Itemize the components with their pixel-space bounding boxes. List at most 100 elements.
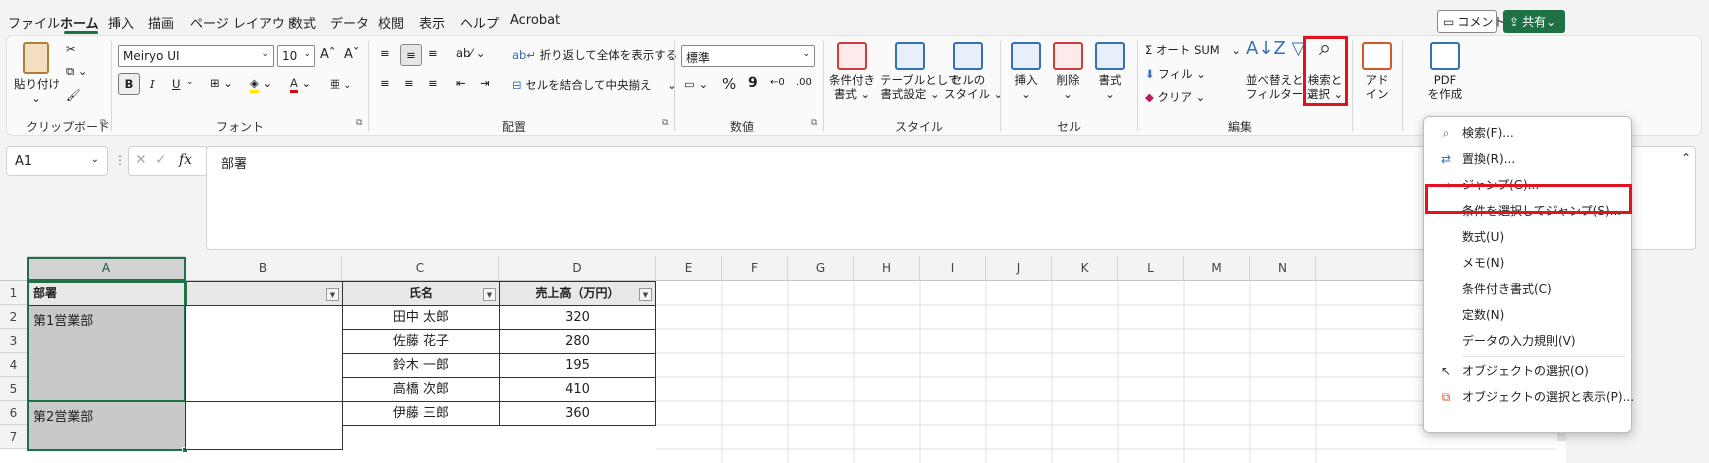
menu-item-constants[interactable]: 定数(N) (1424, 302, 1633, 328)
copy-icon[interactable]: ⧉ ⌄ (66, 64, 88, 79)
table-cell[interactable]: 195 (499, 353, 656, 378)
format-painter-icon[interactable]: 🖌 (66, 88, 81, 102)
row-header[interactable]: 6 (0, 401, 28, 425)
cut-icon[interactable]: ✂ (66, 42, 76, 56)
menu-item-select-objects[interactable]: ↖ オブジェクトの選択(O) (1424, 358, 1633, 384)
comma-button[interactable]: 9 (748, 75, 758, 91)
tab-home[interactable]: ホーム (60, 13, 99, 32)
column-header[interactable]: C (342, 256, 499, 281)
orientation-icon[interactable]: ab⁄ ⌄ (456, 46, 486, 60)
filter-dropdown-icon[interactable]: ▼ (326, 288, 339, 301)
phonetic-icon[interactable]: 亜 ⌄ (330, 76, 352, 91)
italic-button[interactable]: I (150, 77, 155, 91)
underline-button[interactable]: U (172, 77, 180, 91)
table-cell[interactable] (185, 401, 343, 450)
menu-item-data-validation[interactable]: データの入力規則(V) (1424, 328, 1633, 354)
tab-draw[interactable]: 描画 (148, 13, 174, 32)
table-cell[interactable]: 伊藤 三郎 (342, 401, 500, 426)
merge-center-button[interactable]: ⊟ セルを結合して中央揃え ⌄ (512, 77, 677, 93)
row-header[interactable]: 2 (0, 305, 28, 329)
table-header-cell[interactable]: 氏名 ▼ (342, 281, 500, 306)
grow-font-icon[interactable]: Aˆ (320, 47, 335, 62)
menu-item-find[interactable]: ⌕ 検索(F)... (1424, 120, 1633, 146)
table-cell[interactable]: 280 (499, 329, 656, 354)
tab-insert[interactable]: 挿入 (108, 13, 134, 32)
add-ins-button[interactable]: アド イン (1360, 42, 1394, 101)
select-all-corner[interactable] (0, 256, 28, 281)
wrap-text-button[interactable]: ab↵ 折り返して全体を表示する (512, 47, 677, 63)
increase-decimal-icon[interactable]: ←0 (770, 77, 785, 88)
decrease-indent-icon[interactable]: ⇤ (456, 76, 466, 90)
font-name-select[interactable]: Meiryo UI ⌄ (118, 45, 274, 67)
align-right-icon[interactable]: ≡ (428, 76, 438, 90)
create-pdf-button[interactable]: PDF を作成 (1420, 42, 1470, 101)
tab-view[interactable]: 表示 (419, 13, 445, 32)
clipboard-launcher-icon[interactable]: ⧉ (100, 118, 106, 128)
column-header[interactable]: N (1250, 256, 1316, 281)
menu-item-notes[interactable]: メモ(N) (1424, 250, 1633, 276)
table-cell[interactable]: 360 (499, 401, 656, 426)
tab-help[interactable]: ヘルプ (460, 13, 499, 32)
tab-page-layout[interactable]: ページ レイアウト (190, 13, 298, 32)
table-header-cell[interactable]: ▼ (185, 281, 343, 306)
decrease-decimal-icon[interactable]: .00 (796, 77, 812, 88)
menu-item-formulas[interactable]: 数式(U) (1424, 224, 1633, 250)
table-cell[interactable]: 高橋 次郎 (342, 377, 500, 402)
collapse-formula-icon[interactable]: ⌃ (1681, 151, 1691, 165)
insert-function-icon[interactable]: fx (179, 152, 192, 168)
column-header[interactable]: B (185, 256, 342, 281)
column-header[interactable]: D (499, 256, 656, 281)
shrink-font-icon[interactable]: Aˇ (344, 47, 359, 62)
row-header[interactable]: 1 (0, 281, 28, 305)
row-header[interactable]: 3 (0, 329, 28, 353)
row-header[interactable]: 4 (0, 353, 28, 377)
row-header[interactable]: 5 (0, 377, 28, 401)
table-cell[interactable]: 鈴木 一郎 (342, 353, 500, 378)
borders-icon[interactable]: ⊞ ⌄ (210, 76, 233, 90)
share-button[interactable]: ⇪ 共有 ⌄ (1503, 10, 1565, 33)
alignment-launcher-icon[interactable]: ⧉ (662, 118, 668, 128)
menu-item-selection-pane[interactable]: ⧉ オブジェクトの選択と表示(P)... (1424, 384, 1634, 410)
increase-indent-icon[interactable]: ⇥ (480, 76, 490, 90)
row-header[interactable]: 7 (0, 425, 28, 449)
table-cell[interactable]: 320 (499, 305, 656, 330)
cell-styles-button[interactable]: セルの スタイル ⌄ (944, 42, 1003, 101)
tab-file[interactable]: ファイル (8, 13, 60, 32)
column-header[interactable]: J (986, 256, 1052, 281)
tab-review[interactable]: 校閲 (378, 13, 404, 32)
bold-button[interactable]: B (118, 73, 140, 95)
table-cell[interactable]: 佐藤 花子 (342, 329, 500, 354)
filter-dropdown-icon[interactable]: ▼ (483, 288, 496, 301)
clear-button[interactable]: ◆ クリア ⌄ (1145, 89, 1205, 105)
column-header[interactable]: K (1052, 256, 1118, 281)
table-cell[interactable]: 410 (499, 377, 656, 402)
tab-formulas[interactable]: 数式 (290, 13, 316, 32)
align-top-icon[interactable]: ≡ (380, 46, 390, 60)
enter-icon[interactable]: ✓ (155, 152, 167, 168)
align-left-icon[interactable]: ≡ (380, 76, 390, 90)
insert-cells-button[interactable]: 挿入 ⌄ (1008, 42, 1044, 101)
column-header[interactable]: G (788, 256, 854, 281)
table-header-cell[interactable]: 売上高（万円） ▼ (499, 281, 656, 306)
sort-filter-button[interactable]: A↓Z ▽ 並べ替えと フィルター ⌄ (1246, 40, 1317, 102)
delete-cells-button[interactable]: 削除 ⌄ (1050, 42, 1086, 101)
cancel-icon[interactable]: ✕ (135, 152, 147, 168)
number-format-select[interactable]: 標準 ⌄ (681, 45, 815, 67)
table-cell[interactable] (185, 305, 343, 402)
conditional-formatting-button[interactable]: 条件付き 書式 ⌄ (828, 42, 876, 101)
paste-button[interactable]: 貼り付け ⌄ (14, 42, 60, 105)
name-box[interactable]: A1 ⌄ (6, 146, 108, 176)
column-header[interactable]: M (1184, 256, 1250, 281)
menu-item-replace[interactable]: ⇄ 置換(R)... (1424, 146, 1633, 172)
column-header[interactable]: F (722, 256, 788, 281)
autosum-button[interactable]: Σ オート SUM ⌄ (1145, 42, 1241, 58)
number-launcher-icon[interactable]: ⧉ (811, 118, 817, 128)
tab-data[interactable]: データ (330, 13, 369, 32)
percent-button[interactable]: % (722, 75, 736, 93)
filter-dropdown-icon[interactable]: ▼ (639, 288, 652, 301)
align-bottom-icon[interactable]: ≡ (428, 46, 438, 60)
chevron-down-icon[interactable]: ⌄ (186, 77, 194, 87)
table-cell[interactable]: 田中 太郎 (342, 305, 500, 330)
tab-acrobat[interactable]: Acrobat (510, 13, 560, 28)
format-cells-button[interactable]: 書式 ⌄ (1092, 42, 1128, 101)
